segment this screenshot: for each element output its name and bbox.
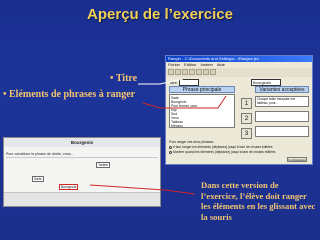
elements-callout-line — [142, 95, 227, 109]
caption-callout-line-1 — [164, 189, 196, 195]
caption-callout-line-2 — [89, 184, 166, 191]
caption-text: Dans cette version de l’exercice, l’élèv… — [201, 180, 316, 222]
titre-callout-line — [138, 78, 184, 85]
